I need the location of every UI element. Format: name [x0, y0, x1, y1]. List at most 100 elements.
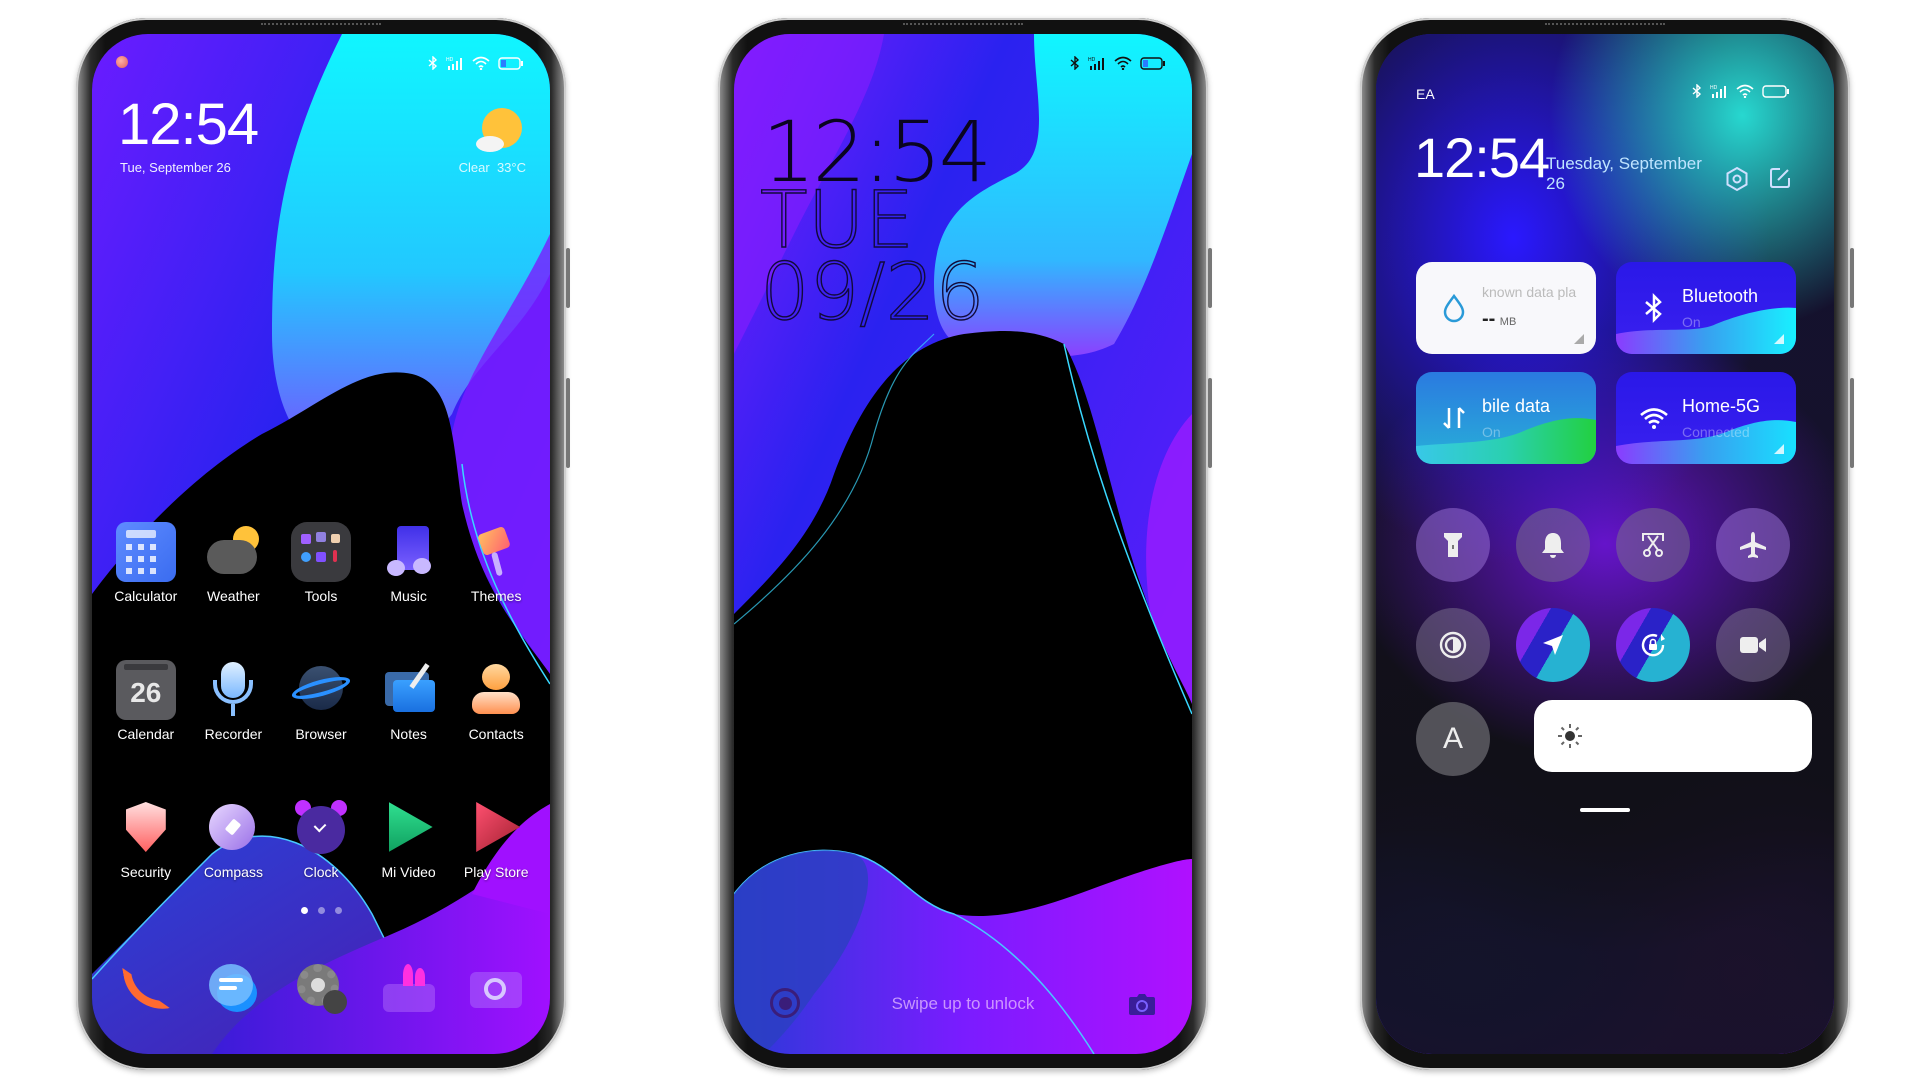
app-themes[interactable]: Themes [452, 522, 540, 604]
messages-icon[interactable] [203, 958, 263, 1018]
weather-condition: Clear [458, 160, 490, 175]
app-label: Calendar [117, 726, 175, 742]
auto-brightness-button[interactable]: A [1416, 702, 1490, 776]
camera-icon[interactable] [466, 958, 526, 1018]
bluetooth-tile[interactable]: Bluetooth On [1616, 262, 1796, 354]
app-clock[interactable]: Clock [277, 798, 365, 880]
drag-handle[interactable] [1580, 808, 1630, 812]
settings-icon[interactable] [1724, 166, 1750, 192]
app-row-3: Security Compass Clock Mi Video Play Sto… [102, 798, 540, 880]
phone-home-screen: HD 12:54 Tue, September 26 Clear 33°C Ca… [76, 18, 570, 1070]
screen-record-toggle[interactable] [1716, 608, 1790, 682]
data-plan-label: known data pla [1482, 284, 1577, 300]
hd-signal-icon: HD [1088, 57, 1104, 70]
page-dot-1[interactable] [300, 907, 308, 914]
mobile-data-status: On [1482, 424, 1501, 440]
app-calendar[interactable]: 26 Calendar [102, 660, 190, 742]
bluetooth-icon [1645, 292, 1662, 324]
play-store-icon [466, 798, 526, 858]
location-toggle[interactable] [1516, 608, 1590, 682]
camera-shortcut-icon[interactable] [1128, 992, 1156, 1016]
app-label: Themes [470, 588, 522, 604]
svg-text:HD: HD [1710, 85, 1718, 91]
app-label: Notes [390, 726, 427, 742]
page-dot-3[interactable] [334, 907, 342, 914]
wifi-icon [1114, 56, 1132, 70]
app-calculator[interactable]: Calculator [102, 522, 190, 604]
home-screen: HD 12:54 Tue, September 26 Clear 33°C Ca… [92, 34, 550, 1054]
brightness-slider[interactable] [1534, 700, 1812, 772]
rotation-lock-toggle[interactable] [1616, 608, 1690, 682]
calendar-icon: 26 [115, 660, 176, 720]
wifi-tile[interactable]: Home-5G Connected [1616, 372, 1796, 464]
flashlight-icon [1444, 533, 1462, 557]
bluetooth-title: Bluetooth [1682, 286, 1759, 306]
app-play-store[interactable]: Play Store [452, 798, 540, 880]
page-indicator[interactable] [92, 907, 550, 914]
calendar-day: 26 [130, 677, 162, 708]
app-label: Calculator [114, 588, 178, 604]
home-clock[interactable]: 12:54 [118, 96, 259, 154]
cc-date[interactable]: Tuesday, September 26 [1546, 154, 1716, 194]
data-usage-tile[interactable]: known data pla -- MB [1416, 262, 1596, 354]
app-browser[interactable]: Browser [277, 660, 365, 742]
control-center: EA HD 12:54 Tuesday, September 26 known … [1376, 34, 1834, 1054]
notification-dot [116, 56, 128, 68]
app-tools[interactable]: Tools [277, 522, 365, 604]
compass-icon [203, 798, 263, 858]
lock-date: 09/26 [759, 248, 985, 338]
app-compass[interactable]: Compass [190, 798, 278, 880]
wifi-status: Connected [1682, 424, 1750, 440]
app-label: Security [120, 864, 172, 880]
airplane-toggle[interactable] [1716, 508, 1790, 582]
carrier-label: EA [1416, 86, 1435, 102]
page-dot-2[interactable] [317, 907, 325, 914]
wifi-icon [1640, 408, 1668, 429]
edit-icon[interactable] [1768, 166, 1792, 190]
dock [102, 958, 540, 1018]
phone-icon[interactable] [116, 958, 176, 1018]
app-music[interactable]: Music [365, 522, 453, 604]
app-contacts[interactable]: Contacts [452, 660, 540, 742]
recorder-icon [203, 660, 263, 720]
reading-mode-toggle[interactable] [1416, 608, 1490, 682]
bluetooth-icon [428, 56, 438, 70]
browser-icon [289, 660, 353, 720]
status-bar: HD [428, 56, 524, 70]
gallery-icon[interactable] [379, 958, 439, 1018]
app-recorder[interactable]: Recorder [190, 660, 278, 742]
flashlight-toggle[interactable] [1416, 508, 1490, 582]
app-security[interactable]: Security [102, 798, 190, 880]
battery-icon [1762, 84, 1789, 98]
app-mi-video[interactable]: Mi Video [365, 798, 453, 880]
svg-text:HD: HD [446, 57, 454, 63]
hd-signal-icon: HD [1710, 85, 1726, 98]
mobile-data-tile[interactable]: bile data On [1416, 372, 1596, 464]
app-weather[interactable]: Weather [190, 522, 278, 604]
mobile-data-title: bile data [1482, 396, 1551, 416]
app-label: Weather [207, 588, 260, 604]
app-row-2: 26 Calendar Recorder Browser Notes Conta… [102, 660, 540, 742]
auto-brightness-label: A [1442, 722, 1463, 755]
screenshot-toggle[interactable] [1616, 508, 1690, 582]
home-date[interactable]: Tue, September 26 [120, 160, 231, 175]
rotation-lock-icon [1641, 634, 1665, 657]
screen-record-icon [1740, 637, 1766, 653]
wifi-icon [1736, 84, 1754, 98]
bluetooth-status: On [1682, 314, 1701, 330]
data-usage-value: -- MB [1482, 308, 1517, 330]
app-row-1: Calculator Weather Tools Music Themes [102, 522, 540, 604]
status-bar: HD [1070, 56, 1166, 70]
cc-clock[interactable]: 12:54 [1414, 130, 1550, 186]
location-icon [1543, 635, 1563, 655]
swipe-to-unlock-hint[interactable]: Swipe up to unlock [734, 994, 1192, 1014]
expand-corner [1774, 444, 1784, 454]
app-notes[interactable]: Notes [365, 660, 453, 742]
home-weather-text[interactable]: Clear 33°C [459, 160, 526, 175]
sun-cloud-icon[interactable] [470, 104, 526, 160]
settings-icon[interactable] [291, 958, 351, 1018]
wifi-icon [472, 56, 490, 70]
water-drop-icon [1443, 293, 1465, 323]
expand-corner [1774, 334, 1784, 344]
ringer-toggle[interactable] [1516, 508, 1590, 582]
